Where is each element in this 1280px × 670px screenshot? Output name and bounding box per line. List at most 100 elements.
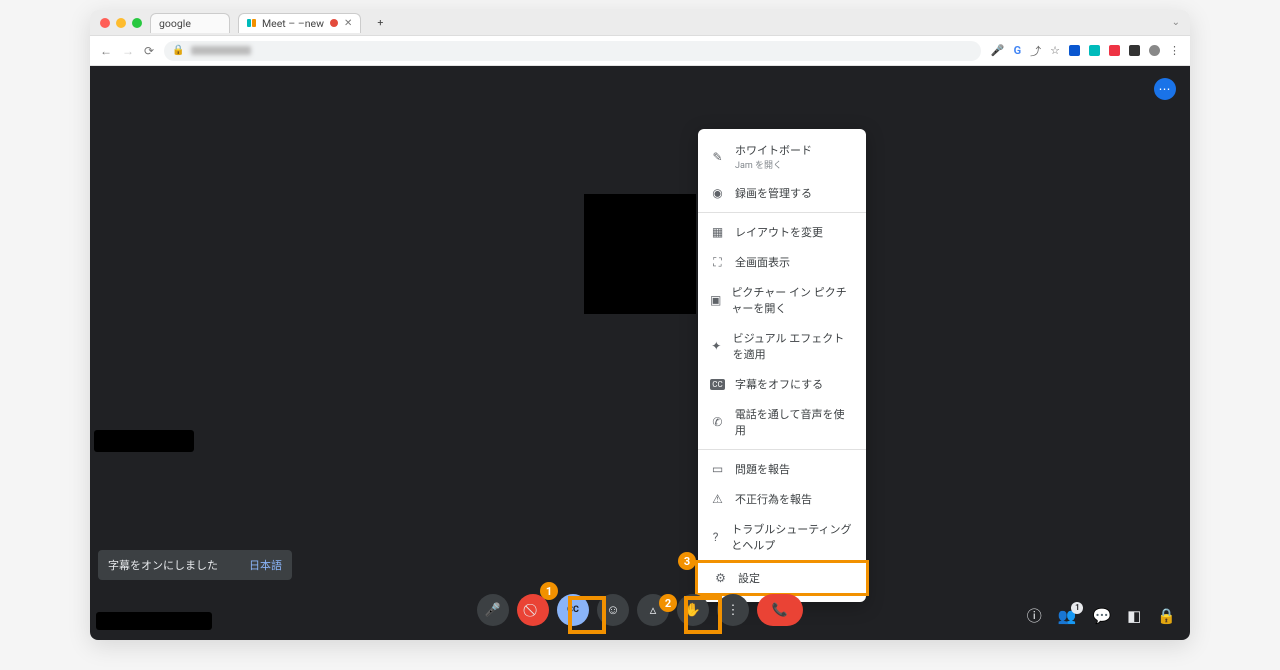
toast-text: 字幕をオンにしました [108,557,218,573]
menu-sublabel: Jam を開く [735,158,812,171]
address-bar[interactable]: 🔒 [164,41,981,61]
info-icon: ⓘ [1027,607,1042,625]
toast-language-button[interactable]: 日本語 [249,557,282,573]
overflow-menu-button[interactable]: ⋮ [1169,44,1180,57]
chat-icon: 💬 [1092,607,1111,625]
tile-options-button[interactable]: ⋯ [1154,78,1176,100]
lock-icon: 🔒 [172,45,184,56]
host-controls-button[interactable]: 🔒 [1157,607,1176,625]
record-icon: ◉ [710,186,725,200]
present-icon: ▵ [650,603,657,618]
participants-count-badge: 1 [1071,602,1083,614]
menu-label: 字幕をオフにする [735,376,823,392]
extension-3-icon[interactable] [1109,45,1120,56]
menu-label: トラブルシューティングとヘルプ [731,521,854,553]
help-icon: ? [710,530,721,544]
back-button[interactable]: ← [100,44,112,58]
menu-effects[interactable]: ✦ ビジュアル エフェクトを適用 [698,323,866,369]
mic-toggle-button[interactable]: 🎤 [477,594,509,626]
more-options-menu: ✎ ホワイトボード Jam を開く ◉ 録画を管理する ▦ レイアウトを変更 ⛶… [698,129,866,602]
share-icon[interactable]: ⤴ [1030,43,1041,59]
menu-feedback[interactable]: ▭ 問題を報告 [698,454,866,484]
pencil-icon: ✎ [710,150,725,164]
video-tile [584,194,696,314]
phone-icon: ✆ [710,415,725,429]
browser-window: google Meet – –new ✕ + ⌄ ← → ⟳ 🔒 🎤 G ⤴ [90,10,1190,640]
annotation-number-2: 2 [659,594,677,612]
tab-label: Meet – –new [262,17,324,30]
menu-pip[interactable]: ▣ ピクチャー イン ピクチャーを開く [698,277,866,323]
menu-label: 全画面表示 [735,254,790,270]
forward-button[interactable]: → [122,44,134,58]
lock-icon: 🔒 [1157,607,1176,625]
profile-avatar[interactable] [1149,45,1160,56]
menu-label: 不正行為を報告 [735,491,812,507]
menu-label: ピクチャー イン ピクチャーを開く [731,284,854,316]
tab-meet[interactable]: Meet – –new ✕ [238,13,361,33]
menu-label: 設定 [738,570,760,586]
toolbar: ← → ⟳ 🔒 🎤 G ⤴ ☆ ⋮ [90,36,1190,66]
menu-layout[interactable]: ▦ レイアウトを変更 [698,217,866,247]
menu-help[interactable]: ? トラブルシューティングとヘルプ [698,514,866,560]
extension-1-icon[interactable] [1069,45,1080,56]
menu-label: ホワイトボード [735,144,812,157]
annotation-number-3: 3 [678,552,696,570]
chat-button[interactable]: 💬 [1092,607,1111,625]
menu-separator [698,449,866,450]
maximize-window-button[interactable] [132,18,142,28]
tab-google[interactable]: google [150,13,230,33]
reload-button[interactable]: ⟳ [144,44,154,58]
close-window-button[interactable] [100,18,110,28]
menu-fullscreen[interactable]: ⛶ 全画面表示 [698,247,866,277]
meet-stage: ⋯ 字幕をオンにしました 日本語 ✎ ホワイトボード Jam を開く ◉ 録画を… [90,66,1190,640]
participant-name-redacted [94,430,194,452]
gear-icon: ⚙ [713,571,728,585]
meeting-info-button[interactable]: ⓘ [1027,605,1042,626]
meet-right-panel-buttons: ⓘ 👥 1 💬 ◧ 🔒 [1027,605,1176,626]
nav-buttons: ← → ⟳ [100,44,154,58]
window-controls [100,18,142,28]
menu-label: 録画を管理する [735,185,812,201]
menu-label: レイアウトを変更 [735,224,823,240]
annotation-highlight-2 [684,596,722,634]
menu-phone-audio[interactable]: ✆ 電話を通して音声を使用 [698,399,866,445]
hangup-icon: 📞 [772,603,788,618]
fullscreen-icon: ⛶ [710,255,725,270]
feedback-icon: ▭ [710,462,725,476]
menu-report-abuse[interactable]: ⚠ 不正行為を報告 [698,484,866,514]
menu-recording[interactable]: ◉ 録画を管理する [698,178,866,208]
sparkle-icon: ✦ [710,339,723,353]
recording-indicator-icon [330,19,338,27]
annotation-highlight-1 [568,596,606,634]
close-tab-button[interactable]: ✕ [344,18,352,29]
extension-2-icon[interactable] [1089,45,1100,56]
menu-captions-off[interactable]: CC 字幕をオフにする [698,369,866,399]
more-horizontal-icon: ⋯ [1159,82,1172,96]
menu-separator [698,212,866,213]
leave-call-button[interactable]: 📞 [757,594,803,626]
meet-controls: 🎤 ⃠ CC ☺ ▵ ✋ ⋮ [90,590,1190,630]
url-host-redacted [191,46,251,55]
menu-label: 問題を報告 [735,461,790,477]
meet-favicon-icon [247,19,256,27]
menu-label: 電話を通して音声を使用 [735,406,854,438]
annotation-number-1: 1 [540,582,558,600]
activities-button[interactable]: ◧ [1127,607,1141,625]
new-tab-button[interactable]: + [369,13,391,33]
bookmark-icon[interactable]: ☆ [1050,44,1060,57]
tab-label: google [159,17,191,30]
voice-search-icon[interactable]: 🎤 [991,44,1005,57]
menu-label: ビジュアル エフェクトを適用 [733,330,854,362]
pip-icon: ▣ [710,293,721,307]
toolbar-right: 🎤 G ⤴ ☆ ⋮ [991,43,1180,59]
menu-whiteboard[interactable]: ✎ ホワイトボード Jam を開く [698,135,866,178]
participants-button[interactable]: 👥 1 [1058,607,1077,625]
titlebar: google Meet – –new ✕ + ⌄ [90,10,1190,36]
tabs-overflow-button[interactable]: ⌄ [1172,17,1180,28]
smile-icon: ☺ [606,602,619,618]
google-icon[interactable]: G [1014,44,1022,57]
shapes-icon: ◧ [1127,607,1141,625]
more-vertical-icon: ⋮ [727,603,740,618]
extension-4-icon[interactable] [1129,45,1140,56]
minimize-window-button[interactable] [116,18,126,28]
